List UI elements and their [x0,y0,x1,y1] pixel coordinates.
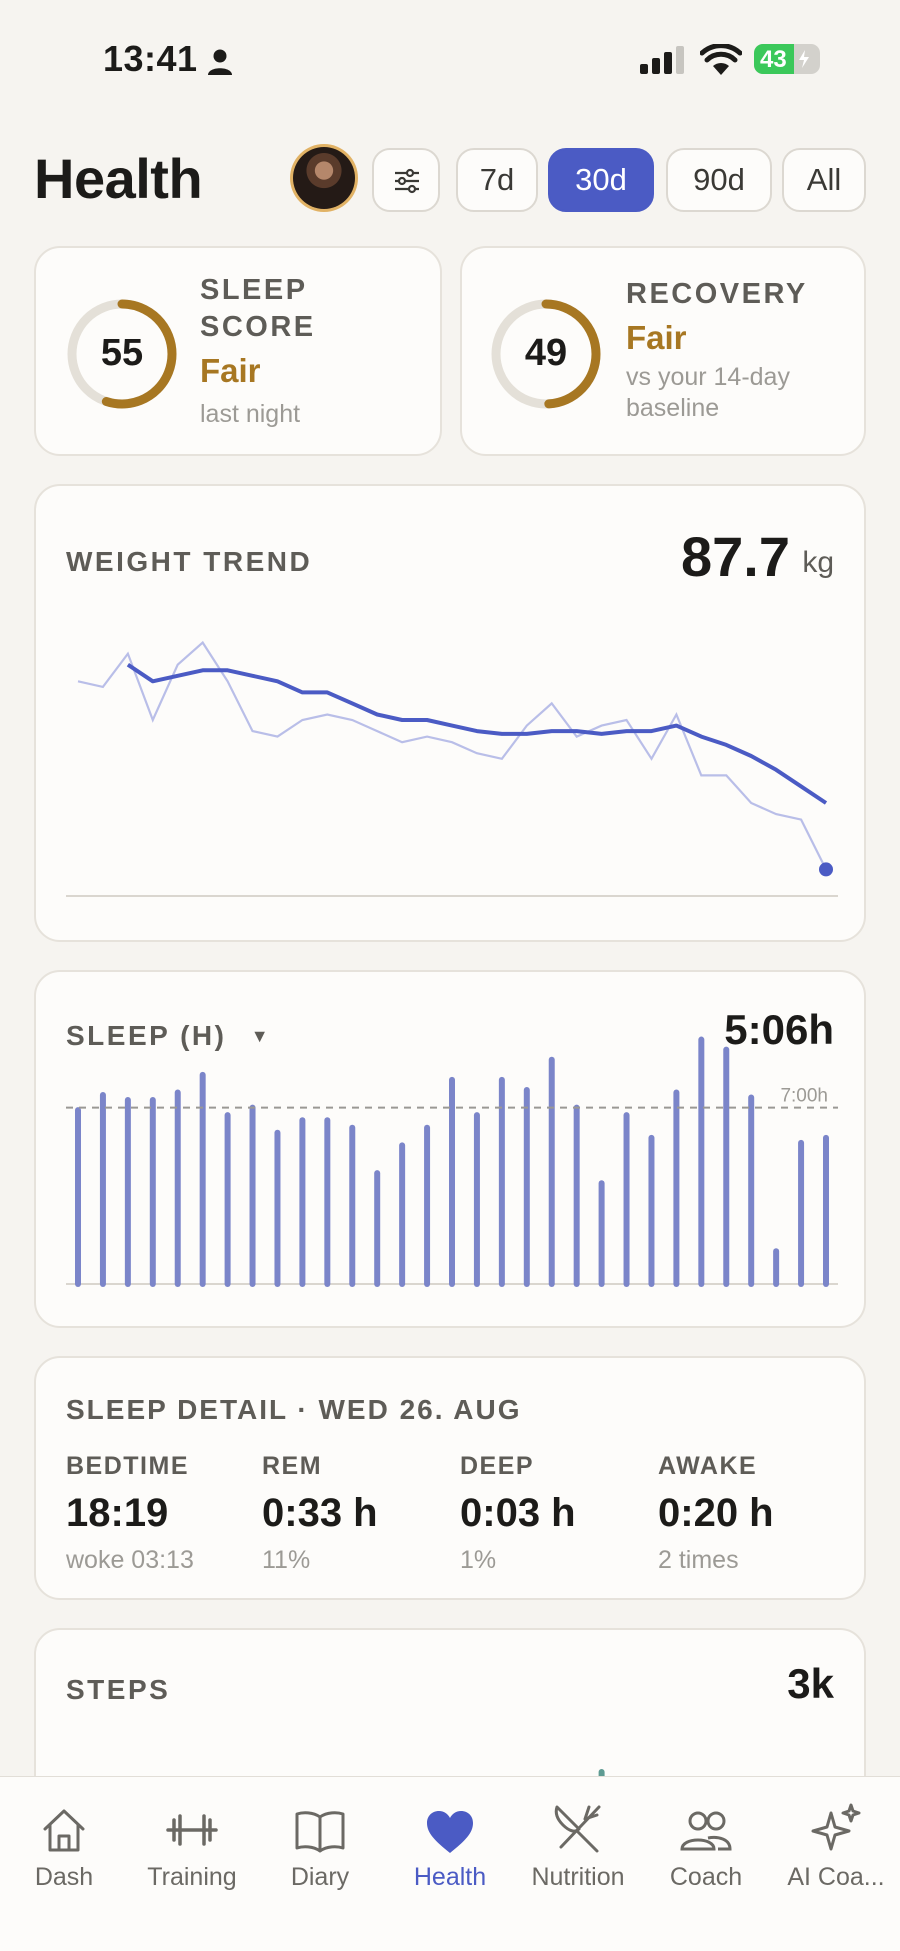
tab-label: Diary [290,1863,350,1891]
sleep-score-label: SLEEP [200,274,308,306]
person-icon [208,49,232,75]
page-title: Health [34,147,203,210]
recovery-sub-2: baseline [626,394,720,422]
sleep-card[interactable]: SLEEP (H) ▼ 5:06h 7:00h [34,970,866,1328]
detail-sub: 1% [460,1546,497,1574]
range-30d-button[interactable]: 30d [548,148,654,212]
tab-label: Dash [34,1863,94,1891]
battery-icon: 43 [754,44,820,74]
status-time: 13:41 [103,38,198,79]
sleep-score-value: 55 [100,332,144,374]
recovery-card[interactable]: 49 RECOVERY Fair vs your 14-day baseline [460,246,866,456]
tab-label: Training [147,1863,237,1891]
detail-value: 0:03 h [460,1491,576,1535]
recovery-rating: Fair [626,319,687,356]
people-icon [680,1811,732,1851]
tab-nutrition[interactable]: Nutrition [514,1799,642,1892]
sleep-detail-card[interactable]: SLEEP DETAIL · WED 26. AUG BEDTIME 18:19 w… [34,1356,866,1600]
detail-label: AWAKE [658,1452,758,1480]
range-all-button[interactable]: All [782,148,866,212]
detail-value: 0:33 h [262,1491,378,1535]
recovery-value: 49 [524,332,568,374]
range-7d-button[interactable]: 7d [456,148,538,212]
recovery-sub: vs your 14-day [626,363,790,391]
detail-label: BEDTIME [66,1452,189,1480]
sleep-detail-awake: AWAKE 0:20 h 2 times [658,1452,774,1575]
tab-label: Nutrition [531,1863,625,1891]
tab-label: Coach [669,1863,743,1891]
weight-daily-line [77,640,827,870]
sleep-score-sub: last night [200,400,301,428]
sleep-chart: 7:00h [66,1036,838,1287]
sleep-detail-rem: REM 0:33 h 11% [262,1452,378,1575]
detail-label: REM [262,1452,323,1480]
tab-dash[interactable]: Dash [0,1799,128,1892]
tab-coach[interactable]: Coach [642,1799,770,1892]
signal-icon [640,46,684,74]
house-icon [43,1809,85,1852]
sleep-score-label-2: SCORE [200,311,316,343]
sleep-score-card[interactable]: 55 SLEEP SCORE Fair last night [34,246,442,456]
sleep-score-rating: Fair [200,352,261,389]
utensils-icon [554,1805,601,1853]
tab-training[interactable]: Training [128,1799,256,1892]
weight-chart [66,640,838,897]
detail-sub: woke 03:13 [66,1546,194,1574]
heart-icon [427,1811,473,1853]
recovery-label: RECOVERY [626,278,808,310]
tab-health[interactable]: Health [386,1799,514,1892]
avatar[interactable] [290,144,358,212]
weight-trend-line [126,663,828,805]
sleep-detail-deep: DEEP 0:03 h 1% [460,1452,576,1575]
tab-label: AI Coa... [787,1863,885,1891]
detail-label: DEEP [460,1452,535,1480]
sparkles-icon [811,1803,861,1851]
detail-sub: 2 times [658,1546,739,1574]
dumbbell-icon [166,1814,218,1846]
tab-diary[interactable]: Diary [256,1799,384,1892]
tab-bar: Dash Training Diary Health Nutrition Coa… [0,1776,900,1951]
tab-ai-coach[interactable]: AI Coa... [772,1799,900,1892]
weight-latest-point [819,862,833,877]
weight-trend-card[interactable]: WEIGHT TREND 87.7 kg [34,484,866,942]
detail-value: 18:19 [66,1491,169,1535]
filter-button[interactable] [372,148,440,212]
detail-sub: 11% [262,1546,311,1574]
sleep-detail-title: SLEEP DETAIL · WED 26. AUG [66,1394,522,1425]
wifi-icon [700,44,742,75]
book-icon [295,1811,345,1853]
range-90d-button[interactable]: 90d [666,148,772,212]
battery-level: 43 [760,46,787,73]
detail-value: 0:20 h [658,1491,774,1535]
status-bar: 13:41 43 [0,0,900,100]
tab-label: Health [413,1863,487,1891]
sleep-detail-bedtime: BEDTIME 18:19 woke 03:13 [66,1452,194,1575]
sleep-goal-label: 7:00h [780,1086,828,1107]
sliders-icon [395,168,419,194]
